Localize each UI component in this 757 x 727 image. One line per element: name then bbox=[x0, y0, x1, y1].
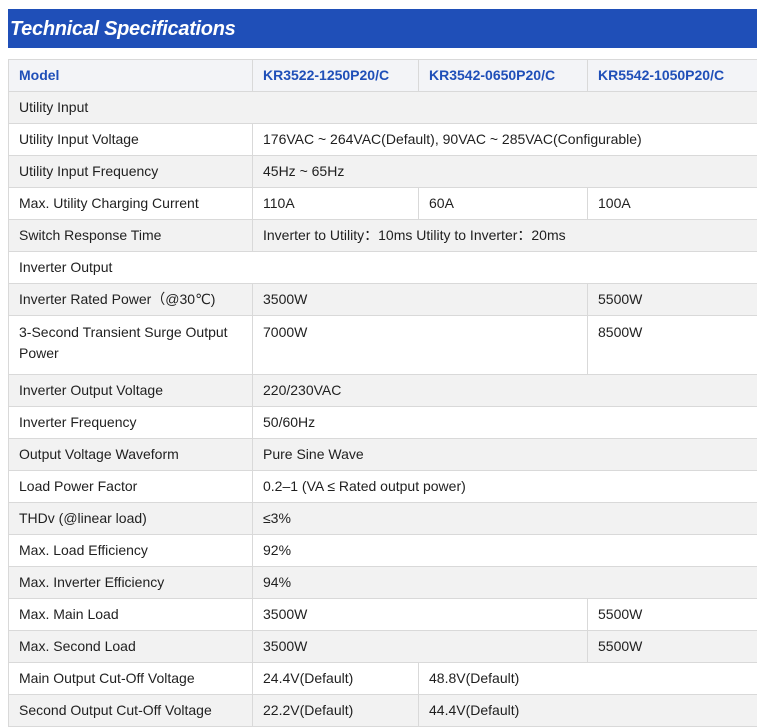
table-row: 3-Second Transient Surge Output Power700… bbox=[9, 316, 757, 375]
table-row: Main Output Cut-Off Voltage24.4V(Default… bbox=[9, 663, 757, 695]
value-cell: 3500W bbox=[253, 599, 588, 631]
table-row: Max. Main Load3500W5500W bbox=[9, 599, 757, 631]
table-row: Max. Load Efficiency92% bbox=[9, 535, 757, 567]
value-cell: Pure Sine Wave bbox=[253, 439, 757, 471]
row-label: Max. Main Load bbox=[9, 599, 253, 631]
value-cell: 7000W bbox=[253, 316, 588, 375]
value-cell: 220/230VAC bbox=[253, 375, 757, 407]
table-row: Output Voltage WaveformPure Sine Wave bbox=[9, 439, 757, 471]
header-cell-model-2: KR3542-0650P20/C bbox=[419, 60, 588, 92]
row-label: Inverter Output Voltage bbox=[9, 375, 253, 407]
specifications-table-body: Model KR3522-1250P20/C KR3542-0650P20/C … bbox=[9, 60, 757, 727]
value-cell: 176VAC ~ 264VAC(Default), 90VAC ~ 285VAC… bbox=[253, 124, 757, 156]
table-row: Load Power Factor0.2–1 (VA ≤ Rated outpu… bbox=[9, 471, 757, 503]
page-title: Technical Specifications bbox=[10, 18, 235, 41]
row-label: Max. Utility Charging Current bbox=[9, 188, 253, 220]
value-cell: 48.8V(Default) bbox=[419, 663, 757, 695]
row-label: Inverter Frequency bbox=[9, 407, 253, 439]
table-row: Inverter Output Voltage220/230VAC bbox=[9, 375, 757, 407]
table-row: Utility Input Voltage176VAC ~ 264VAC(Def… bbox=[9, 124, 757, 156]
row-label: THDv (@linear load) bbox=[9, 503, 253, 535]
row-label: Second Output Cut-Off Voltage bbox=[9, 695, 253, 727]
value-cell: 94% bbox=[253, 567, 757, 599]
row-label: Output Voltage Waveform bbox=[9, 439, 253, 471]
value-cell: 5500W bbox=[588, 631, 757, 663]
row-label: Main Output Cut-Off Voltage bbox=[9, 663, 253, 695]
section-row: Inverter Output bbox=[9, 252, 757, 284]
table-row: Max. Inverter Efficiency94% bbox=[9, 567, 757, 599]
table-row: Max. Utility Charging Current110A60A100A bbox=[9, 188, 757, 220]
value-cell: 3500W bbox=[253, 284, 588, 316]
value-cell: ≤3% bbox=[253, 503, 757, 535]
table-row: Inverter Frequency50/60Hz bbox=[9, 407, 757, 439]
value-cell: 60A bbox=[419, 188, 588, 220]
value-cell: 92% bbox=[253, 535, 757, 567]
row-label: Utility Input bbox=[9, 92, 757, 124]
table-header-row: Model KR3522-1250P20/C KR3542-0650P20/C … bbox=[9, 60, 757, 92]
value-cell: 50/60Hz bbox=[253, 407, 757, 439]
value-cell: 110A bbox=[253, 188, 419, 220]
row-label: Inverter Rated Power（@30℃) bbox=[9, 284, 253, 316]
table-row: Inverter Rated Power（@30℃)3500W5500W bbox=[9, 284, 757, 316]
row-label: Max. Inverter Efficiency bbox=[9, 567, 253, 599]
row-label: Inverter Output bbox=[9, 252, 757, 284]
table-row: Switch Response TimeInverter to Utility：… bbox=[9, 220, 757, 252]
row-label: Utility Input Voltage bbox=[9, 124, 253, 156]
row-label: Utility Input Frequency bbox=[9, 156, 253, 188]
row-label: Switch Response Time bbox=[9, 220, 253, 252]
value-cell: 45Hz ~ 65Hz bbox=[253, 156, 757, 188]
value-cell: 100A bbox=[588, 188, 757, 220]
table-row: Second Output Cut-Off Voltage22.2V(Defau… bbox=[9, 695, 757, 727]
value-cell: 22.2V(Default) bbox=[253, 695, 419, 727]
table-row: THDv (@linear load)≤3% bbox=[9, 503, 757, 535]
header-cell-model-1: KR3522-1250P20/C bbox=[253, 60, 419, 92]
header-cell-model-3: KR5542-1050P20/C bbox=[588, 60, 757, 92]
table-row: Utility Input Frequency45Hz ~ 65Hz bbox=[9, 156, 757, 188]
row-label: Load Power Factor bbox=[9, 471, 253, 503]
table-row: Max. Second Load3500W5500W bbox=[9, 631, 757, 663]
row-label: Max. Second Load bbox=[9, 631, 253, 663]
title-banner: Technical Specifications bbox=[8, 9, 757, 48]
value-cell: 24.4V(Default) bbox=[253, 663, 419, 695]
specifications-table: Model KR3522-1250P20/C KR3542-0650P20/C … bbox=[8, 59, 757, 727]
value-cell: Inverter to Utility：10ms Utility to Inve… bbox=[253, 220, 757, 252]
row-label: Max. Load Efficiency bbox=[9, 535, 253, 567]
section-row: Utility Input bbox=[9, 92, 757, 124]
row-label: 3-Second Transient Surge Output Power bbox=[9, 316, 253, 375]
header-cell-model: Model bbox=[9, 60, 253, 92]
value-cell: 8500W bbox=[588, 316, 757, 375]
value-cell: 5500W bbox=[588, 284, 757, 316]
value-cell: 0.2–1 (VA ≤ Rated output power) bbox=[253, 471, 757, 503]
value-cell: 5500W bbox=[588, 599, 757, 631]
value-cell: 3500W bbox=[253, 631, 588, 663]
value-cell: 44.4V(Default) bbox=[419, 695, 757, 727]
